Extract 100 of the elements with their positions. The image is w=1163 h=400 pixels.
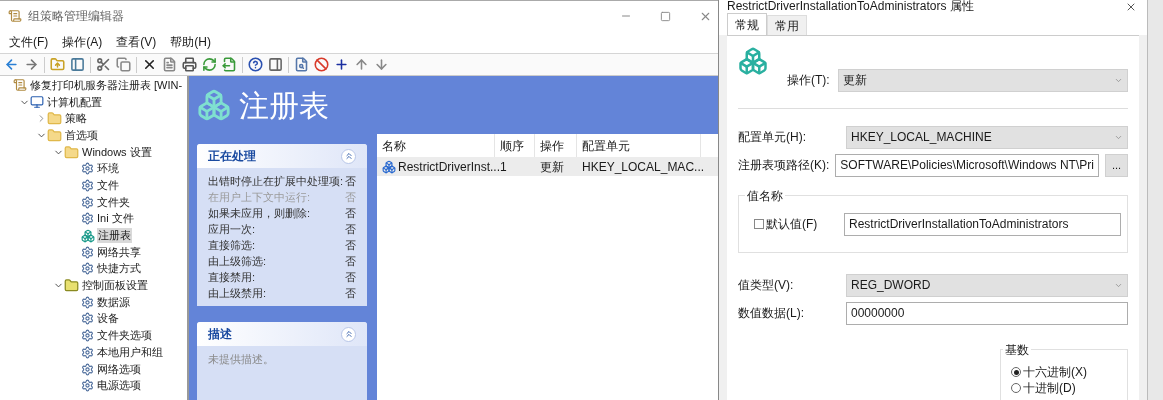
menu-item[interactable]: 文件(F) xyxy=(4,33,54,51)
close-icon[interactable] xyxy=(1125,1,1137,13)
tree-item[interactable]: 策略 xyxy=(64,111,88,127)
table-cell-text: 更新 xyxy=(540,158,564,176)
setting-label: 直接筛选: xyxy=(208,237,256,253)
setting-value: 否 xyxy=(345,221,356,237)
panel-icon[interactable] xyxy=(268,57,283,72)
table-cell-text: HKEY_LOCAL_MAC... xyxy=(582,158,705,176)
tree-item[interactable]: 计算机配置 xyxy=(46,94,103,110)
tree-item[interactable]: 文件 xyxy=(96,177,120,193)
tree-item[interactable]: 环境 xyxy=(96,161,120,177)
tree-item[interactable]: 文件夹 xyxy=(96,194,131,210)
tree-item[interactable]: 首选项 xyxy=(64,127,99,143)
key-path-field[interactable]: SOFTWARE\Policies\Microsoft\Windows NT\Pri xyxy=(835,153,1099,177)
tree-item[interactable]: 注册表 xyxy=(97,228,132,244)
setting-icon xyxy=(81,362,94,376)
stop-icon[interactable] xyxy=(314,57,329,72)
action-select[interactable]: 更新 xyxy=(838,68,1128,92)
tree-item[interactable]: 修复打印机服务器注册表 [WIN- xyxy=(29,77,184,93)
export-icon[interactable] xyxy=(222,57,237,72)
menu-item[interactable]: 查看(V) xyxy=(111,33,162,51)
setting-value: 否 xyxy=(345,205,356,221)
refresh-icon[interactable] xyxy=(202,57,217,72)
collapse-button[interactable] xyxy=(341,148,356,164)
delete-icon[interactable] xyxy=(142,57,157,72)
setting-icon xyxy=(81,195,94,209)
table-cell-text: RestrictDriverInst... xyxy=(398,158,500,176)
print-icon[interactable] xyxy=(182,57,197,72)
setting-icon xyxy=(81,262,94,276)
tree-item[interactable]: 本地用户和组 xyxy=(96,344,164,360)
setting-label: 由上级筛选: xyxy=(208,253,267,269)
maximize-icon[interactable] xyxy=(660,10,671,22)
document-icon[interactable] xyxy=(162,57,177,72)
value-data-field[interactable]: 00000000 xyxy=(846,301,1128,325)
field-label: 操作(T): xyxy=(786,72,831,89)
dialog-title: RestrictDriverInstallationToAdministrators 属性 xyxy=(727,0,974,13)
setting-icon xyxy=(81,178,94,192)
setting-value: 否 xyxy=(345,173,356,189)
setting-icon xyxy=(81,345,94,359)
header-title: 注册表 xyxy=(239,87,329,124)
radio-label: 十六进制(X) xyxy=(1023,364,1087,381)
radio-label: 十进制(D) xyxy=(1023,380,1076,397)
setting-label: 直接禁用: xyxy=(208,269,256,285)
table-row[interactable]: RestrictDriverInst...1 更新 HKEY_LOCAL_MAC... xyxy=(377,157,718,176)
tree-item[interactable]: 电源选项 xyxy=(96,378,142,394)
computer-icon xyxy=(30,95,44,110)
help-icon[interactable] xyxy=(248,57,263,72)
back-arrow-icon[interactable] xyxy=(4,57,19,72)
setting-value: 否 xyxy=(345,253,356,269)
menu-item[interactable]: 帮助(H) xyxy=(165,33,216,51)
cubes-icon xyxy=(81,228,95,243)
tree-item[interactable]: 设备 xyxy=(96,311,120,327)
default-value-checkbox[interactable]: 默认值(F) xyxy=(754,215,844,233)
setting-icon xyxy=(81,212,94,226)
chevrons-up-icon xyxy=(343,151,354,161)
setting-icon xyxy=(81,295,94,309)
table-cell-text: 1 xyxy=(500,158,507,176)
setting-label: 出错时停止在扩展中处理项: xyxy=(208,173,344,189)
tree-item[interactable]: 数据源 xyxy=(96,294,131,310)
panel-title: 描述 xyxy=(208,326,232,343)
cubes-icon xyxy=(197,88,231,122)
setting-label: 如果未应用，则删除: xyxy=(208,205,311,221)
group-title: 基数 xyxy=(1003,341,1031,359)
value-name-field[interactable]: RestrictDriverInstallationToAdministrators xyxy=(844,212,1121,236)
document-icon[interactable] xyxy=(294,57,309,72)
setting-value: 否 xyxy=(345,285,356,301)
menu-item[interactable]: 操作(A) xyxy=(57,33,108,51)
tree-item[interactable]: 网络共享 xyxy=(96,244,142,260)
tree-item[interactable]: 控制面板设置 xyxy=(81,278,149,294)
field-label: 配置单元(H): xyxy=(738,129,807,146)
setting-icon xyxy=(81,379,94,393)
forward-arrow-icon[interactable] xyxy=(24,57,39,72)
plus-icon[interactable] xyxy=(334,57,349,72)
tree-item[interactable]: 文件夹选项 xyxy=(96,328,153,344)
setting-value: 否 xyxy=(345,269,356,285)
tree-item[interactable]: 网络选项 xyxy=(96,361,142,377)
field-label: 数值数据(L): xyxy=(738,305,805,322)
tab[interactable]: 常规 xyxy=(727,13,767,35)
group-title: 值名称 xyxy=(745,187,785,205)
hive-select[interactable]: HKEY_LOCAL_MACHINE xyxy=(846,125,1128,149)
scroll-icon xyxy=(13,78,27,93)
scissors-icon[interactable] xyxy=(96,57,111,72)
tree-item[interactable]: Windows 设置 xyxy=(81,144,153,160)
folder-icon xyxy=(47,127,62,143)
tree-item[interactable]: Ini 文件 xyxy=(96,211,135,227)
collapse-button[interactable] xyxy=(341,326,356,342)
folder-up-icon[interactable] xyxy=(50,57,65,72)
copy-icon[interactable] xyxy=(116,57,131,72)
panel-title: 正在处理 xyxy=(208,148,256,165)
field-label: 值类型(V): xyxy=(738,277,795,294)
cubes-icon xyxy=(738,46,768,76)
panel-icon[interactable] xyxy=(70,57,85,72)
field-label: 注册表项路径(K): xyxy=(738,157,830,174)
browse-button[interactable]: ... xyxy=(1104,153,1128,177)
window-title: 组策略管理编辑器 xyxy=(28,8,124,25)
value-type-select[interactable]: REG_DWORD xyxy=(846,273,1128,297)
description-text: 未提供描述。 xyxy=(208,353,274,365)
tree-item[interactable]: 快捷方式 xyxy=(96,261,142,277)
tab[interactable]: 常用 xyxy=(767,15,807,35)
registry-entry-icon xyxy=(382,159,396,174)
